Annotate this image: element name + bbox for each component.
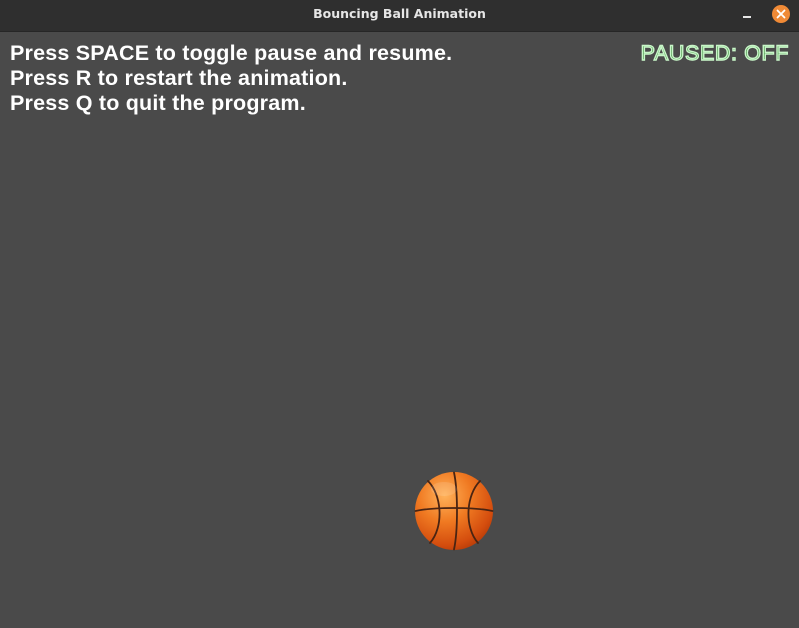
instruction-line: Press R to restart the animation.: [10, 66, 348, 90]
instruction-line: Press SPACE to toggle pause and resume.: [10, 41, 453, 65]
window-title: Bouncing Ball Animation: [313, 6, 486, 21]
title-bar[interactable]: Bouncing Ball Animation: [0, 0, 799, 32]
instruction-line: Press Q to quit the program.: [10, 91, 306, 115]
pause-status: PAUSED: OFF: [640, 40, 789, 65]
basketball-icon: [414, 471, 494, 551]
instructions: Press SPACE to toggle pause and resume. …: [10, 41, 452, 116]
close-icon[interactable]: [772, 5, 790, 23]
animation-canvas[interactable]: Press SPACE to toggle pause and resume. …: [0, 32, 799, 628]
app-window: Bouncing Ball Animation Press SPACE to t…: [0, 0, 799, 628]
minimize-icon[interactable]: [738, 5, 756, 23]
